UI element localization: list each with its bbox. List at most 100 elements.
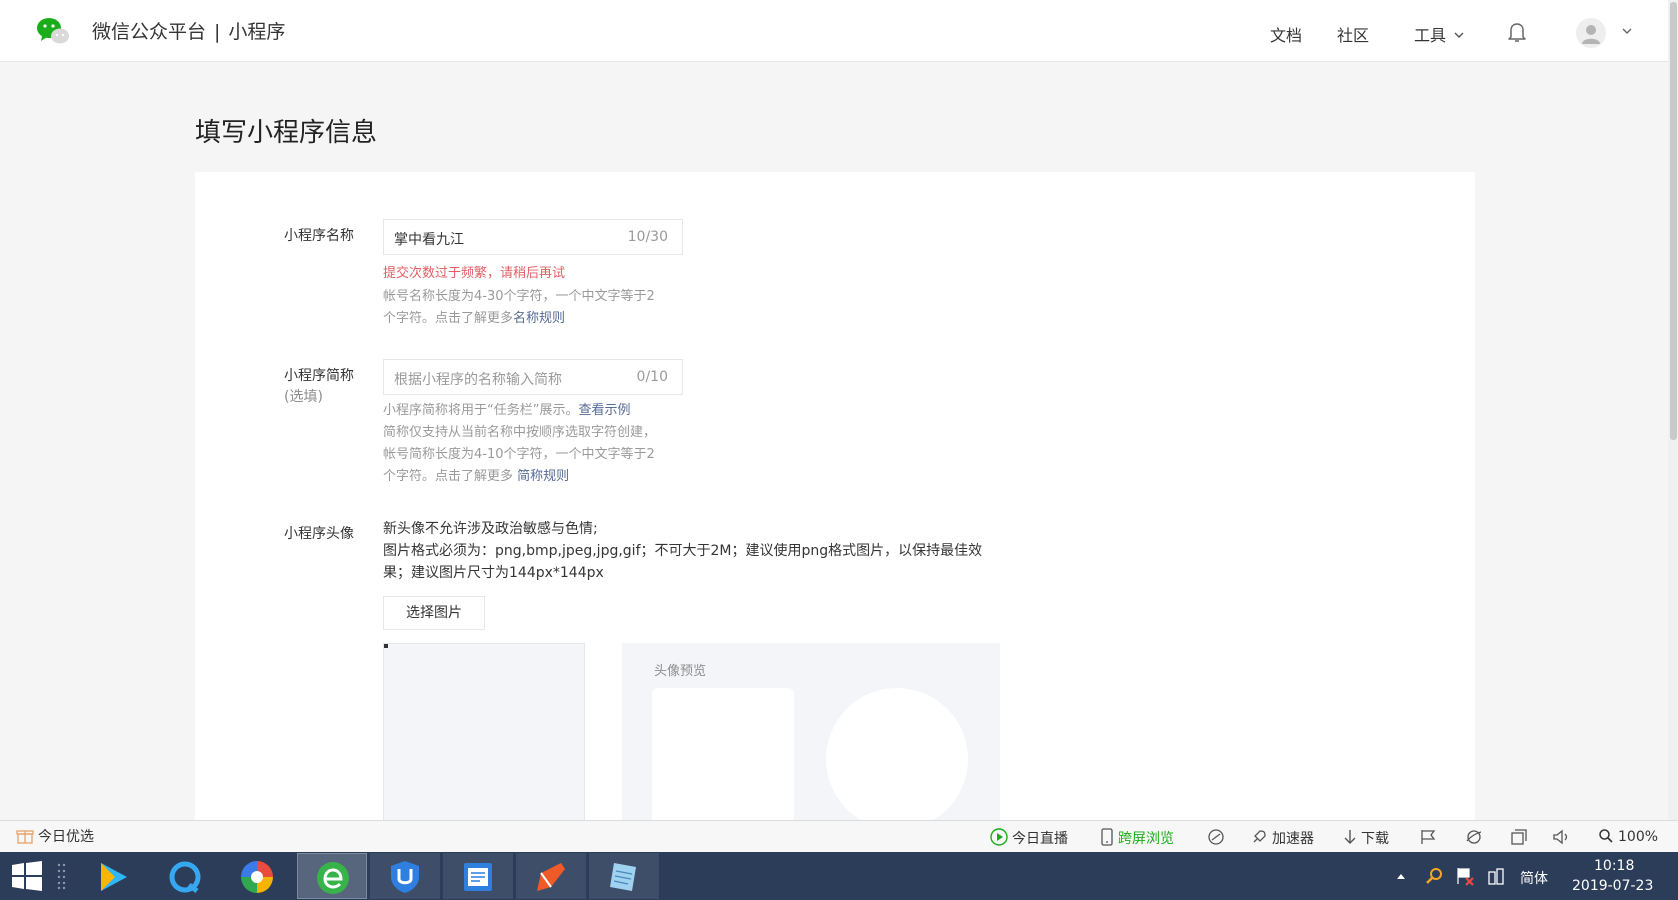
taskbar-notepad-app[interactable] xyxy=(589,853,659,899)
taskbar-360-browser[interactable] xyxy=(222,853,292,899)
colorful-circle-icon xyxy=(241,861,273,893)
magnifier-icon xyxy=(1599,829,1613,843)
view-example-link[interactable]: 查看示例 xyxy=(578,403,630,418)
user-avatar[interactable] xyxy=(1576,18,1606,48)
nav-community[interactable]: 社区 xyxy=(1337,22,1369,46)
flag-icon[interactable] xyxy=(1420,828,1436,846)
avatar-preview-square xyxy=(652,688,794,823)
avatar-preview-circle xyxy=(826,688,968,830)
brand-name: 微信公众平台 xyxy=(92,21,207,43)
speaker-icon[interactable] xyxy=(1552,828,1572,846)
tray-expand-icon[interactable] xyxy=(1396,872,1406,880)
short-name-tip-line2: 简称仅支持从当前名称中按顺序选取字符创建， xyxy=(383,425,657,440)
gift-icon xyxy=(16,830,34,844)
downloads-label: 下载 xyxy=(1361,831,1389,847)
qq-browser-icon xyxy=(169,861,201,893)
name-tip-line2: 个字符。点击了解更多名称规则 xyxy=(383,308,565,330)
name-counter: 10/30 xyxy=(627,229,668,245)
page-title: 填写小程序信息 xyxy=(195,118,378,148)
today-live[interactable]: 今日直播 xyxy=(990,828,1068,847)
avatar-desc-line3: 果；建议图片尺寸为144px*144px xyxy=(383,565,604,581)
taskbar-qq-browser[interactable] xyxy=(150,853,220,899)
green-e-browser-icon xyxy=(317,862,349,894)
user-icon xyxy=(1582,25,1600,44)
tray-flag-alert-icon[interactable] xyxy=(1455,866,1475,886)
rocket-icon xyxy=(1253,830,1266,843)
taskbar-news-app[interactable] xyxy=(443,853,513,899)
crop-handle[interactable] xyxy=(384,644,388,648)
today-picks-label: 今日优选 xyxy=(38,829,94,845)
downloads[interactable]: 下载 xyxy=(1343,828,1389,847)
avatar-desc-line2: 图片格式必须为：png,bmp,jpeg,jpg,gif；不可大于2M；建议使用… xyxy=(383,543,983,559)
name-tip-text: 个字符。点击了解更多 xyxy=(383,311,514,326)
tray-device-icon[interactable] xyxy=(1486,866,1506,886)
nav-tools-label: 工具 xyxy=(1414,26,1447,45)
short-name-label-text: 小程序简称 xyxy=(284,368,354,384)
taskbar-active-browser[interactable] xyxy=(297,853,367,899)
short-name-tip1-text: 小程序简称将用于“任务栏”展示。 xyxy=(383,403,579,418)
account-chevron-icon[interactable] xyxy=(1620,24,1634,38)
platform-brand[interactable]: 微信公众平台 | 小程序 xyxy=(92,17,285,44)
name-input[interactable]: 掌中看九江 10/30 xyxy=(383,219,683,255)
taskbar-security-app[interactable] xyxy=(370,853,440,899)
clock-date[interactable]: 2019-07-23 xyxy=(1572,878,1653,894)
windows-taskbar: 简体 10:18 2019-07-23 xyxy=(0,852,1678,900)
short-name-tip-line4: 个字符。点击了解更多 简称规则 xyxy=(383,466,569,488)
scrollbar-thumb[interactable] xyxy=(1670,2,1677,440)
nav-tools[interactable]: 工具 xyxy=(1414,22,1465,46)
phone-icon xyxy=(1101,828,1113,846)
short-name-rules-link[interactable]: 简称规则 xyxy=(517,469,569,484)
task-view-grip-icon[interactable] xyxy=(56,862,68,890)
name-tip-line1: 帐号名称长度为4-30个字符，一个中文字等于2 xyxy=(383,289,655,304)
zoom-value: 100% xyxy=(1618,829,1659,845)
browser-status-bar: 今日优选 今日直播 跨屏浏览 加速器 下载 100% xyxy=(0,820,1678,852)
today-live-label: 今日直播 xyxy=(1012,831,1068,847)
brand-separator: | xyxy=(214,21,221,43)
taskbar-editor-app[interactable] xyxy=(516,853,586,899)
chevron-down-icon xyxy=(1454,32,1464,38)
orange-pen-icon xyxy=(537,863,565,891)
name-label: 小程序名称 xyxy=(284,228,354,244)
play-circle-icon xyxy=(990,828,1008,846)
windows-start-icon[interactable] xyxy=(10,860,44,892)
window-icon[interactable] xyxy=(1510,828,1528,846)
avatar-crop-area[interactable] xyxy=(383,643,585,823)
zoom-level[interactable]: 100% xyxy=(1598,828,1658,846)
download-arrow-icon xyxy=(1344,830,1356,844)
accelerator-label: 加速器 xyxy=(1272,831,1314,847)
taskbar-video-app[interactable] xyxy=(78,853,148,899)
ie-compat-icon[interactable] xyxy=(1465,828,1483,846)
name-input-value: 掌中看九江 xyxy=(394,232,464,248)
ime-indicator[interactable]: 简体 xyxy=(1520,868,1548,888)
avatar-desc-line1: 新头像不允许涉及政治敏感与色情; xyxy=(383,521,598,537)
accelerator[interactable]: 加速器 xyxy=(1250,828,1314,847)
today-picks[interactable]: 今日优选 xyxy=(16,828,94,846)
notepad-icon xyxy=(610,863,636,891)
tray-search-icon[interactable] xyxy=(1424,866,1444,886)
play-triangle-icon xyxy=(101,863,127,891)
security-icon[interactable] xyxy=(1207,828,1225,846)
short-name-label: 小程序简称 (选填) xyxy=(284,366,354,408)
short-name-tip-line1: 小程序简称将用于“任务栏”展示。查看示例 xyxy=(383,400,631,422)
avatar-label: 小程序头像 xyxy=(284,526,354,542)
short-name-tip-line3: 帐号简称长度为4-10个字符，一个中文字等于2 xyxy=(383,447,655,462)
product-name: 小程序 xyxy=(228,21,286,43)
name-rules-link[interactable]: 名称规则 xyxy=(513,311,565,326)
bell-icon[interactable] xyxy=(1507,21,1527,43)
shield-u-icon xyxy=(391,861,419,893)
nav-docs[interactable]: 文档 xyxy=(1270,22,1302,46)
cross-screen[interactable]: 跨屏浏览 xyxy=(1100,828,1174,847)
short-name-counter: 0/10 xyxy=(636,369,668,385)
short-name-placeholder: 根据小程序的名称输入简称 xyxy=(394,372,562,388)
avatar-preview-label: 头像预览 xyxy=(654,664,707,679)
short-name-input[interactable]: 根据小程序的名称输入简称 0/10 xyxy=(383,359,683,395)
short-name-tip4-text: 个字符。点击了解更多 xyxy=(383,469,518,484)
optional-hint: (选填) xyxy=(284,389,323,405)
news-icon xyxy=(464,863,492,891)
top-navbar: 微信公众平台 | 小程序 文档 社区 工具 xyxy=(0,0,1678,62)
name-error: 提交次数过于频繁，请稍后再试 xyxy=(383,266,566,281)
wechat-logo-icon[interactable] xyxy=(36,16,70,46)
choose-image-button[interactable]: 选择图片 xyxy=(383,596,485,630)
cross-screen-label: 跨屏浏览 xyxy=(1118,831,1174,847)
clock-time[interactable]: 10:18 xyxy=(1594,858,1634,874)
